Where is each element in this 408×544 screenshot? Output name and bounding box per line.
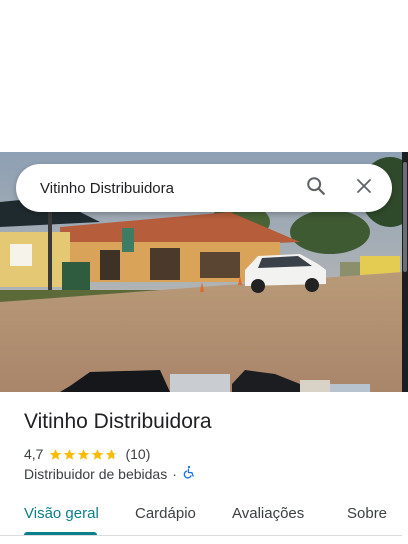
tabs-divider	[0, 535, 402, 536]
close-icon	[355, 177, 373, 200]
search-button[interactable]	[296, 168, 336, 208]
scrollbar[interactable]	[402, 152, 408, 392]
tab-about[interactable]: Sobre	[347, 504, 387, 544]
star-icon	[64, 448, 76, 460]
tab-reviews[interactable]: Avaliações	[232, 504, 304, 544]
scrollbar-thumb[interactable]	[403, 162, 407, 272]
rating-row[interactable]: 4,7 (10)	[24, 446, 150, 462]
star-rating	[49, 448, 119, 461]
wheelchair-icon	[182, 465, 196, 482]
half-star-icon	[106, 448, 118, 460]
category-separator: ·	[172, 465, 177, 482]
search-box[interactable]: Vitinho Distribuidora	[16, 164, 392, 212]
star-icon	[78, 448, 90, 460]
place-category: Distribuidor de bebidas	[24, 465, 168, 482]
tab-bar: Visão geral Cardápio Avaliações Sobre	[0, 504, 402, 544]
star-icon	[50, 448, 62, 460]
search-input[interactable]: Vitinho Distribuidora	[16, 180, 296, 197]
place-title: Vitinho Distribuidora	[24, 410, 212, 433]
tab-menu[interactable]: Cardápio	[135, 504, 196, 544]
rating-value: 4,7	[24, 446, 44, 462]
clear-search-button[interactable]	[344, 168, 384, 208]
tab-overview[interactable]: Visão geral	[24, 504, 99, 544]
star-icon	[92, 448, 104, 460]
category-row: Distribuidor de bebidas ·	[24, 465, 196, 482]
search-icon	[305, 175, 327, 202]
review-count[interactable]: (10)	[125, 446, 150, 462]
place-info-panel: Vitinho Distribuidora 4,7 (10) Distribui…	[0, 392, 402, 544]
